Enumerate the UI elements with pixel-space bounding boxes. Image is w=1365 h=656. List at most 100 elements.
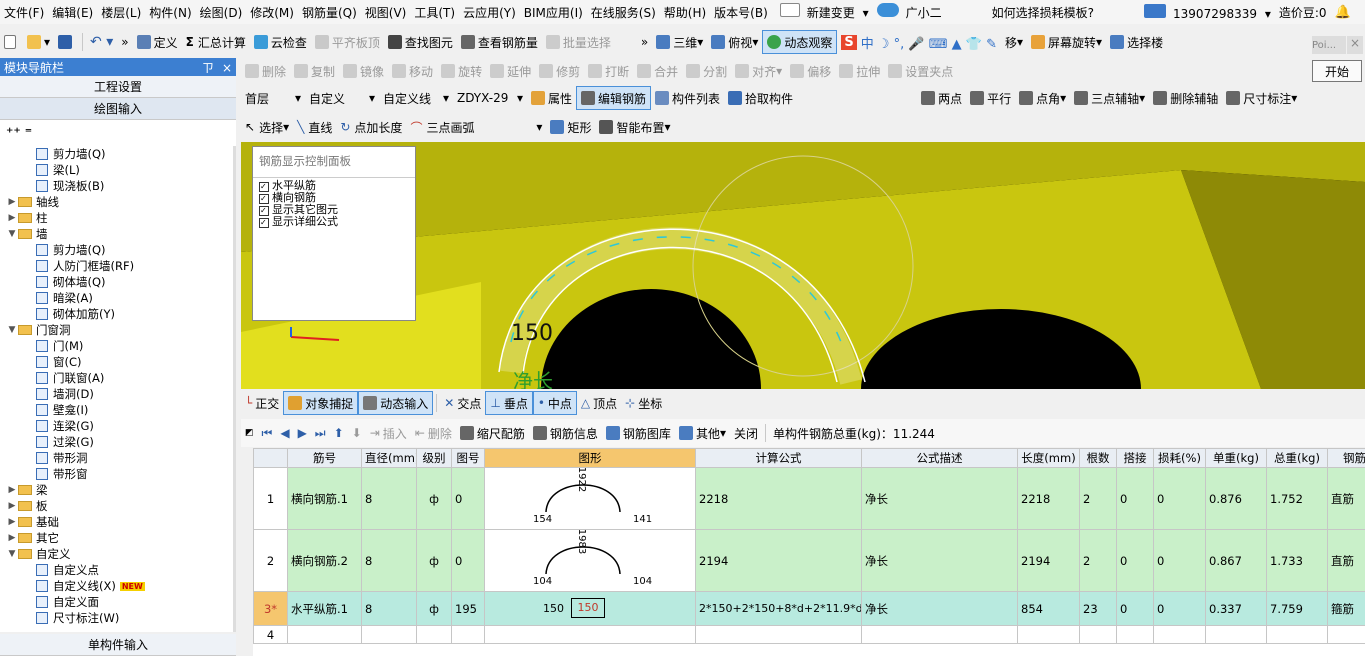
screen-rotate-button[interactable]: 屏幕旋转 ▾ xyxy=(1027,31,1106,53)
select-floor-button[interactable]: 选择楼 xyxy=(1106,31,1167,53)
cell-empty[interactable] xyxy=(1205,625,1267,644)
cell-unit[interactable]: 0.867 xyxy=(1205,529,1267,592)
scale-button[interactable]: 缩尺配筋 xyxy=(456,422,529,444)
menu-rebar[interactable]: 钢筋量(Q) xyxy=(298,4,361,21)
split-button[interactable]: 分割 xyxy=(682,60,731,82)
cell-fig[interactable]: 195 xyxy=(451,591,485,626)
pin-icon[interactable]: ㄗ xyxy=(202,61,214,75)
point-length-button[interactable]: ↻ 点加长度 xyxy=(336,116,406,138)
chevron-right-icon[interactable]: ▶ xyxy=(6,533,18,543)
poi-tab[interactable]: Poi... xyxy=(1312,36,1346,54)
cell-lap[interactable]: 0 xyxy=(1116,467,1154,530)
cell-lap[interactable]: 0 xyxy=(1116,529,1154,592)
cell-fig[interactable]: 0 xyxy=(451,467,485,530)
cell-unit[interactable]: 0.337 xyxy=(1205,591,1267,626)
chevron-right-icon[interactable]: ▶ xyxy=(6,517,18,527)
tree-folder[interactable]: ▼ 自定义 xyxy=(0,546,233,562)
menu-version[interactable]: 版本号(B) xyxy=(710,4,772,21)
offset-button[interactable]: 偏移 xyxy=(786,60,835,82)
cell-grade[interactable]: ф xyxy=(416,591,452,626)
perpendicular-button[interactable]: ⊥ 垂点 xyxy=(485,391,533,415)
parallel-button[interactable]: 平行 xyxy=(966,87,1015,109)
cell-empty[interactable] xyxy=(1116,625,1154,644)
tree-folder[interactable]: ▼ 门窗洞 xyxy=(0,322,233,338)
cell-formula[interactable]: 2194 xyxy=(695,529,862,592)
table-row[interactable]: 1 横向钢筋.1 8 ф 0 1922 154 141 2218 净长 2218… xyxy=(253,467,1365,530)
tree-item[interactable]: 过梁(G) xyxy=(0,434,233,450)
tree-folder[interactable]: ▶ 梁 xyxy=(0,482,233,498)
cell-dia[interactable]: 8 xyxy=(361,529,417,592)
tree-item[interactable]: 尺寸标注(W) xyxy=(0,610,233,626)
menu-file[interactable]: 文件(F) xyxy=(0,4,48,21)
cell-empty[interactable] xyxy=(361,625,417,644)
rebar-info-button[interactable]: 钢筋信息 xyxy=(529,422,602,444)
tree-item[interactable]: 梁(L) xyxy=(0,162,233,178)
topview-button[interactable]: 俯视 ▾ xyxy=(707,31,762,53)
arc-button[interactable]: ⌒ 三点画弧 ▾ xyxy=(406,116,546,138)
dimension-button[interactable]: 尺寸标注 ▾ xyxy=(1222,87,1301,109)
two-point-button[interactable]: 两点 xyxy=(917,87,966,109)
hint-link[interactable]: 如何选择损耗模板? xyxy=(988,4,1098,21)
edit-rebar-button[interactable]: 编辑钢筋 xyxy=(576,86,652,110)
cell-empty[interactable] xyxy=(1153,625,1206,644)
cell-lap[interactable]: 0 xyxy=(1116,591,1154,626)
attr-button[interactable]: 属性 xyxy=(527,87,576,109)
cell-loss[interactable]: 0 xyxy=(1153,529,1206,592)
next-icon[interactable]: ▶ xyxy=(294,422,311,444)
last-icon[interactable]: ⏭ xyxy=(311,422,330,444)
tree-item[interactable]: 自定义面 xyxy=(0,594,233,610)
midpoint-button[interactable]: • 中点 xyxy=(532,391,577,415)
other-button[interactable]: 其他 ▾ xyxy=(675,422,730,444)
cell-unit[interactable]: 0.876 xyxy=(1205,467,1267,530)
move-up-icon[interactable]: ⬆ xyxy=(330,422,348,444)
first-icon[interactable]: ⏮ xyxy=(258,422,277,444)
cell-empty[interactable] xyxy=(416,625,452,644)
tree-item[interactable]: 连梁(G) xyxy=(0,418,233,434)
tree-item[interactable]: 壁龛(I) xyxy=(0,402,233,418)
tree-item[interactable]: 门(M) xyxy=(0,338,233,354)
extend-button[interactable]: 延伸 xyxy=(486,60,535,82)
bell-icon[interactable]: 🔔 xyxy=(1331,5,1355,20)
line-button[interactable]: ╲ 直线 xyxy=(293,116,336,138)
chevron-right-icon[interactable]: ▶ xyxy=(6,197,18,207)
rect-button[interactable]: 矩形 xyxy=(546,116,595,138)
tree-scrollbar[interactable] xyxy=(233,146,236,632)
tree-item[interactable]: 剪力墙(Q) xyxy=(0,146,233,162)
tree-item[interactable]: 剪力墙(Q) xyxy=(0,242,233,258)
floor-select[interactable]: 首层 ▾ xyxy=(241,87,305,109)
cell-total[interactable]: 1.733 xyxy=(1266,529,1328,592)
component-list-button[interactable]: 构件列表 xyxy=(651,87,724,109)
object-snap-button[interactable]: 对象捕捉 xyxy=(283,391,359,415)
new-file-icon[interactable] xyxy=(0,31,23,53)
cell-empty[interactable] xyxy=(287,625,362,644)
single-input-button[interactable]: 单构件输入 xyxy=(0,634,236,656)
chevron-right-icon[interactable]: ▶ xyxy=(6,213,18,223)
tree-item[interactable]: 带形窗 xyxy=(0,466,233,482)
menu-component[interactable]: 构件(N) xyxy=(145,4,195,21)
assistant-button[interactable]: 广小二 xyxy=(873,3,950,21)
view3d-button[interactable]: 三维 ▾ xyxy=(652,31,707,53)
move-down-icon[interactable]: ⬇ xyxy=(348,422,366,444)
tree-item[interactable]: 现浇板(B) xyxy=(0,178,233,194)
cell-desc[interactable]: 净长 xyxy=(861,591,1018,626)
tree-item[interactable]: 带形洞 xyxy=(0,450,233,466)
prev-icon[interactable]: ◀ xyxy=(276,422,293,444)
cell-empty[interactable] xyxy=(451,625,485,644)
table-row[interactable]: 2 横向钢筋.2 8 ф 0 1983 104 104 2194 净长 2194… xyxy=(253,529,1365,592)
more-chevron-icon-2[interactable]: » xyxy=(637,31,652,53)
cell-formula[interactable]: 2*150+2*150+8*d+2*11.9*d xyxy=(695,591,862,626)
move-button[interactable]: 移 ▾ xyxy=(1001,31,1027,53)
cell-total[interactable]: 1.752 xyxy=(1266,467,1328,530)
option-formula[interactable]: ✓ 显示详细公式 xyxy=(259,216,409,228)
cell-empty[interactable] xyxy=(1266,625,1328,644)
cell-grade[interactable]: ф xyxy=(416,529,452,592)
cell-empty[interactable] xyxy=(1079,625,1117,644)
cell-kind[interactable]: 直筋 xyxy=(1327,467,1365,530)
dynamic-view-button[interactable]: 动态观察 xyxy=(762,30,838,54)
kind-select[interactable]: 自定义线 ▾ xyxy=(379,87,453,109)
delete-row-button[interactable]: ⇤ 删除 xyxy=(411,422,456,444)
tree-item[interactable]: 墙洞(D) xyxy=(0,386,233,402)
tree-item[interactable]: 自定义线(X) NEW xyxy=(0,578,233,594)
menu-draw[interactable]: 绘图(D) xyxy=(196,4,247,21)
menu-bim[interactable]: BIM应用(I) xyxy=(520,4,587,21)
